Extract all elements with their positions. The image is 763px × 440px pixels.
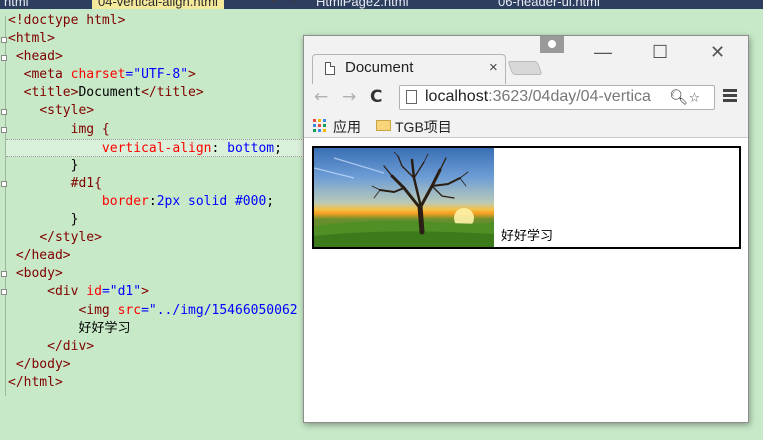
code-line-2: <html> xyxy=(8,31,55,47)
address-bar[interactable]: localhost:3623/04day/04-vertica 🔍︎ ☆ xyxy=(399,85,715,110)
bookmark-folder-tgb[interactable]: TGB项目 xyxy=(395,117,452,137)
fold-toggle-d1-rule[interactable] xyxy=(1,181,7,187)
code-line-4: <meta charset="UTF-8"> xyxy=(23,67,196,83)
fold-toggle-head[interactable] xyxy=(1,55,7,61)
browser-tab-label: Document xyxy=(345,59,414,76)
code-line-5: <title>Document</title> xyxy=(23,85,204,101)
code-line-8: vertical-align: bottom; xyxy=(6,138,306,157)
zoom-icon[interactable]: 🔍︎ xyxy=(669,88,689,106)
code-line-13: </style> xyxy=(39,230,102,246)
code-line-7: img { xyxy=(70,121,110,137)
code-line-16: <div id="d1"> xyxy=(47,284,149,300)
bookmarks-bar: 应用 TGB项目 xyxy=(304,114,748,138)
maximize-button[interactable]: ☐ xyxy=(652,42,668,63)
browser-tab-close-button[interactable]: × xyxy=(489,59,498,76)
browser-window: Document × — ☐ ✕ ← → C localhost:3623/04… xyxy=(303,35,749,423)
code-line-21: </html> xyxy=(8,374,63,390)
code-line-14: </head> xyxy=(15,248,71,264)
browser-titlebar[interactable]: Document × — ☐ ✕ xyxy=(304,36,748,84)
user-icon[interactable] xyxy=(540,36,564,53)
back-button[interactable]: ← xyxy=(314,87,328,107)
apps-icon[interactable] xyxy=(313,119,326,132)
browser-tab-document[interactable]: Document × xyxy=(312,54,506,84)
fold-toggle-style[interactable] xyxy=(1,109,7,115)
fold-toggle-body[interactable] xyxy=(1,271,7,277)
fold-toggle-html[interactable] xyxy=(1,37,7,43)
code-line-17: <img src="../img/15466050062 xyxy=(78,302,298,318)
code-line-10: #d1{ xyxy=(70,175,102,191)
bordered-div-d1: 好好学习 xyxy=(312,146,741,249)
star-icon[interactable]: ☆ xyxy=(689,86,700,107)
fold-gutter xyxy=(5,16,6,396)
fold-toggle-div[interactable] xyxy=(1,289,7,295)
close-window-button[interactable]: ✕ xyxy=(710,42,725,63)
editor-tab-vertical-align[interactable]: 04-vertical-align.html xyxy=(92,0,224,9)
folder-icon xyxy=(376,120,391,131)
new-tab-button[interactable] xyxy=(507,61,543,75)
editor-tab-html[interactable]: html xyxy=(4,0,29,9)
editor-tab-header-ui[interactable]: 06-header-ui.html xyxy=(498,0,600,9)
code-line-1: <!doctype html> xyxy=(8,13,126,28)
bookmark-apps[interactable]: 应用 xyxy=(333,117,361,137)
document-icon xyxy=(325,62,335,75)
code-line-11: border:2px solid #000; xyxy=(101,193,275,209)
editor-tab-htmlpage2[interactable]: HtmlPage2.html xyxy=(316,0,408,9)
minimize-button[interactable]: — xyxy=(594,42,612,63)
forward-button[interactable]: → xyxy=(342,87,356,107)
code-line-6: <style> xyxy=(39,103,95,119)
code-editor[interactable]: <!doctype html> <html> <head> <meta char… xyxy=(6,12,306,392)
code-line-20: </body> xyxy=(15,356,71,372)
code-line-3: <head> xyxy=(15,49,63,65)
code-line-18: 好好学习 xyxy=(78,320,131,336)
address-text: localhost:3623/04day/04-vertica xyxy=(425,88,651,105)
menu-icon[interactable] xyxy=(723,89,737,104)
fold-toggle-img-rule[interactable] xyxy=(1,127,7,133)
browser-toolbar: ← → C localhost:3623/04day/04-vertica 🔍︎… xyxy=(304,84,748,114)
reload-button[interactable]: C xyxy=(370,87,382,107)
page-viewport: 好好学习 xyxy=(304,139,748,422)
page-icon xyxy=(406,90,417,104)
page-text: 好好学习 xyxy=(501,229,554,244)
landscape-tree-image xyxy=(314,148,494,247)
code-line-9: } xyxy=(70,157,79,173)
code-line-15: <body> xyxy=(15,266,63,282)
code-line-12: } xyxy=(70,212,79,228)
code-line-19: </div> xyxy=(47,338,95,354)
editor-tab-strip: html 04-vertical-align.html ▪ × HtmlPage… xyxy=(0,0,763,9)
close-icon[interactable]: × xyxy=(290,0,297,7)
pin-icon[interactable]: ▪ xyxy=(271,0,277,5)
